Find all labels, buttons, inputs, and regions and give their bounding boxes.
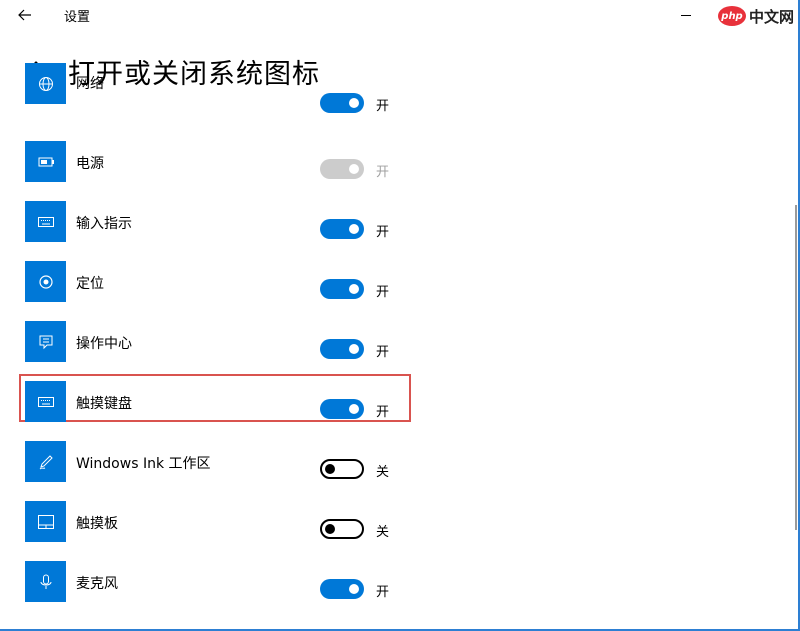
keyboard-icon [37,396,54,407]
tile [25,381,66,422]
watermark-text: 中文网 [749,7,795,26]
toggle-knob [349,284,359,294]
touchpad-icon [37,514,54,529]
toggle-state: 开 [376,165,390,180]
item-label: 操作中心 [76,336,132,352]
toggle-knob [325,464,335,474]
tile [25,501,66,542]
arrow-left-icon [18,9,31,21]
toggle-action-center[interactable] [320,339,364,359]
list-item-power: 电源 开 [0,141,800,201]
keyboard-icon [37,216,54,227]
tile [25,261,66,302]
toggle-state: 开 [376,225,390,240]
toggle-state: 开 [376,585,390,600]
location-icon [38,274,53,289]
php-logo-icon: php [718,6,746,26]
back-button[interactable] [10,2,40,28]
toggle-knob [349,98,359,108]
tile [25,441,66,482]
tile [25,141,66,182]
list-item-input-indicator: 输入指示 开 [0,201,800,261]
list-item-windows-ink: Windows Ink 工作区 关 [0,441,800,501]
toggle-knob [349,224,359,234]
toggle-microphone[interactable] [320,579,364,599]
item-label: 网络 [76,76,104,92]
tile [25,201,66,242]
toggle-touchpad[interactable] [320,519,364,539]
item-label: 电源 [76,156,104,172]
scrollbar[interactable] [795,205,797,530]
toggle-state: 关 [376,525,390,540]
toggle-knob [349,164,359,174]
toggle-input-indicator[interactable] [320,219,364,239]
list-item-touchpad: 触摸板 关 [0,501,800,561]
toggle-knob [349,404,359,414]
watermark: php 中文网 [714,0,800,32]
list-item-location: 定位 开 [0,261,800,321]
globe-icon [38,76,53,91]
toggle-state: 关 [376,465,390,480]
list-item-action-center: 操作中心 开 [0,321,800,381]
item-label: Windows Ink 工作区 [76,456,211,472]
toggle-state: 开 [376,345,390,360]
action-center-icon [39,335,52,349]
title-bar: 设置 php 中文网 [0,0,800,32]
battery-icon [38,157,54,166]
list-item-network: 网络 开 [0,63,800,141]
toggle-knob [349,344,359,354]
list-item-microphone: 麦克风 开 [0,561,800,621]
toggle-network[interactable] [320,93,364,113]
window-title: 设置 [64,10,91,25]
tile [25,561,66,602]
toggle-knob [325,524,335,534]
item-label: 麦克风 [76,576,118,592]
toggle-state: 开 [376,405,390,420]
list-item-touch-keyboard: 触摸键盘 开 [0,381,800,441]
item-label: 定位 [76,276,104,292]
toggle-knob [349,584,359,594]
pen-icon [39,454,53,469]
item-label: 触摸键盘 [76,396,132,412]
item-label: 输入指示 [76,216,132,232]
toggle-location[interactable] [320,279,364,299]
minimize-icon [681,14,691,16]
tile [25,63,66,104]
toggle-power[interactable] [320,159,364,179]
toggle-windows-ink[interactable] [320,459,364,479]
item-label: 触摸板 [76,516,118,532]
microphone-icon [40,574,51,589]
toggle-state: 开 [376,285,390,300]
tile [25,321,66,362]
toggle-touch-keyboard[interactable] [320,399,364,419]
minimize-button[interactable] [676,6,696,24]
toggle-state: 开 [376,99,390,114]
